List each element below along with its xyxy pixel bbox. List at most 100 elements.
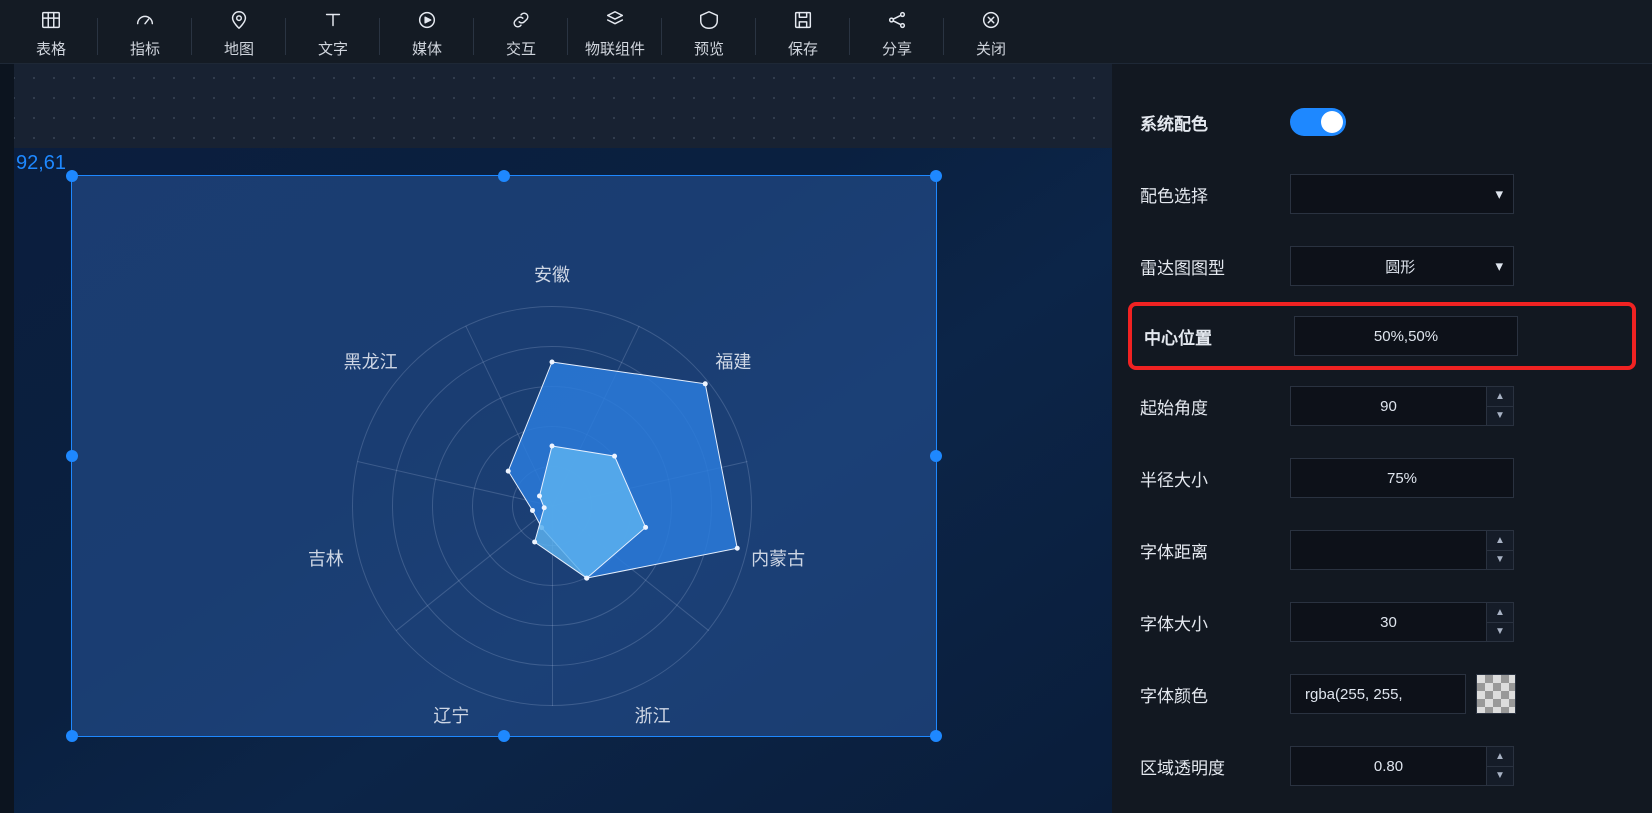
font-size-value[interactable]: 30: [1290, 602, 1486, 642]
font-color-label: 字体颜色: [1140, 682, 1290, 707]
toolbar-gauge[interactable]: 指标: [98, 8, 192, 59]
radar-point: [550, 360, 555, 365]
toolbar-preview[interactable]: 预览: [662, 8, 756, 59]
resize-handle[interactable]: [66, 450, 78, 462]
font-gap-stepper[interactable]: ▲ ▼: [1290, 530, 1514, 570]
chevron-up-icon[interactable]: ▲: [1487, 387, 1513, 407]
center-position-row: 中心位置 50%,50%: [1128, 302, 1636, 370]
toolbar-label: 保存: [788, 38, 818, 59]
palette-select[interactable]: ▾: [1290, 174, 1514, 214]
font-size-label: 字体大小: [1140, 610, 1290, 635]
palette-select-row: 配色选择 ▾: [1140, 158, 1624, 230]
toolbar-label: 表格: [36, 38, 66, 59]
radius-size-input[interactable]: 75%: [1290, 458, 1514, 498]
radar-shape-select[interactable]: 圆形 ▾: [1290, 246, 1514, 286]
resize-handle[interactable]: [930, 450, 942, 462]
top-toolbar: 表格 指标 地图 文字 媒体: [0, 0, 1652, 64]
start-angle-label: 起始角度: [1140, 394, 1290, 419]
font-size-stepper[interactable]: 30 ▲ ▼: [1290, 602, 1514, 642]
link-icon: [509, 8, 533, 32]
toolbar-iot-component[interactable]: 物联组件: [568, 8, 662, 59]
area-opacity-row: 区域透明度 0.80 ▲ ▼: [1140, 730, 1624, 802]
start-angle-stepper[interactable]: 90 ▲ ▼: [1290, 386, 1514, 426]
chevron-up-icon[interactable]: ▲: [1487, 747, 1513, 767]
center-position-label: 中心位置: [1144, 324, 1294, 349]
toolbar-map-pin[interactable]: 地图: [192, 8, 286, 59]
toolbar-close[interactable]: 关闭: [944, 8, 1038, 59]
chevron-down-icon[interactable]: ▼: [1487, 623, 1513, 642]
design-canvas[interactable]: 92,61 安徽福建内蒙古浙江辽宁吉林黑龙江: [14, 148, 1112, 813]
iot-component-icon: [603, 8, 627, 32]
resize-handle[interactable]: [66, 170, 78, 182]
toolbar-media[interactable]: 媒体: [380, 8, 474, 59]
resize-handle[interactable]: [930, 730, 942, 742]
chevron-down-icon[interactable]: ▼: [1487, 551, 1513, 570]
toolbar-label: 指标: [130, 38, 160, 59]
toggle-knob: [1321, 111, 1343, 133]
radius-size-value: 75%: [1387, 470, 1417, 487]
radar-point: [506, 469, 511, 474]
toolbar-label: 物联组件: [585, 38, 645, 59]
font-gap-label: 字体距离: [1140, 538, 1290, 563]
center-position-input[interactable]: 50%,50%: [1294, 316, 1518, 356]
toolbar-share[interactable]: 分享: [850, 8, 944, 59]
area-opacity-value[interactable]: 0.80: [1290, 746, 1486, 786]
coordinate-readout: 92,61: [16, 152, 66, 175]
radar-point: [532, 540, 537, 545]
resize-handle[interactable]: [930, 170, 942, 182]
radar-shape-value: 圆形: [1385, 256, 1415, 277]
toolbar-label: 分享: [882, 38, 912, 59]
system-palette-toggle[interactable]: [1290, 108, 1346, 136]
chevron-down-icon[interactable]: ▼: [1487, 767, 1513, 786]
selection-box[interactable]: 安徽福建内蒙古浙江辽宁吉林黑龙江: [72, 176, 936, 736]
toolbar-save[interactable]: 保存: [756, 8, 850, 59]
font-color-swatch[interactable]: [1476, 674, 1516, 714]
font-color-input[interactable]: rgba(255, 255,: [1290, 674, 1466, 714]
table-icon: [39, 8, 63, 32]
close-icon: [979, 8, 1003, 32]
map-pin-icon: [227, 8, 251, 32]
media-icon: [415, 8, 439, 32]
font-color-row: 字体颜色 rgba(255, 255,: [1140, 658, 1624, 730]
font-size-row: 字体大小 30 ▲ ▼: [1140, 586, 1624, 658]
font-color-value: rgba(255, 255,: [1305, 686, 1403, 703]
radar-point: [537, 494, 542, 499]
chevron-up-icon[interactable]: ▲: [1487, 531, 1513, 551]
palette-select-label: 配色选择: [1140, 182, 1290, 207]
system-palette-row: 系统配色: [1140, 86, 1624, 158]
toolbar-label: 预览: [694, 38, 724, 59]
resize-handle[interactable]: [66, 730, 78, 742]
chevron-up-icon[interactable]: ▲: [1487, 603, 1513, 623]
font-gap-value[interactable]: [1290, 530, 1486, 570]
font-gap-row: 字体距离 ▲ ▼: [1140, 514, 1624, 586]
chevron-down-icon[interactable]: ▼: [1487, 407, 1513, 426]
resize-handle[interactable]: [498, 170, 510, 182]
radar-point: [542, 505, 547, 510]
properties-panel: 系统配色 配色选择 ▾ 雷达图图型 圆形 ▾: [1112, 64, 1652, 813]
toolbar-link[interactable]: 交互: [474, 8, 568, 59]
toolbar-text[interactable]: 文字: [286, 8, 380, 59]
radar-chart[interactable]: 安徽福建内蒙古浙江辽宁吉林黑龙江: [282, 236, 822, 776]
radar-shape-label: 雷达图图型: [1140, 254, 1290, 279]
share-icon: [885, 8, 909, 32]
toolbar-label: 交互: [506, 38, 536, 59]
toolbar-table[interactable]: 表格: [4, 8, 98, 59]
radius-size-label: 半径大小: [1140, 466, 1290, 491]
resize-handle[interactable]: [498, 730, 510, 742]
preview-icon: [697, 8, 721, 32]
save-icon: [791, 8, 815, 32]
start-angle-row: 起始角度 90 ▲ ▼: [1140, 370, 1624, 442]
toolbar-label: 媒体: [412, 38, 442, 59]
area-opacity-stepper[interactable]: 0.80 ▲ ▼: [1290, 746, 1514, 786]
area-opacity-label: 区域透明度: [1140, 754, 1290, 779]
vertical-ruler: [0, 64, 14, 813]
radar-point: [530, 508, 535, 513]
chevron-down-icon: ▾: [1495, 185, 1503, 203]
start-angle-value[interactable]: 90: [1290, 386, 1486, 426]
radar-point: [550, 444, 555, 449]
gauge-icon: [133, 8, 157, 32]
text-icon: [321, 8, 345, 32]
main-area: 92,61 安徽福建内蒙古浙江辽宁吉林黑龙江 系统配色 配色选择 ▾: [0, 64, 1652, 813]
radar-point: [584, 576, 589, 581]
radius-size-row: 半径大小 75%: [1140, 442, 1624, 514]
